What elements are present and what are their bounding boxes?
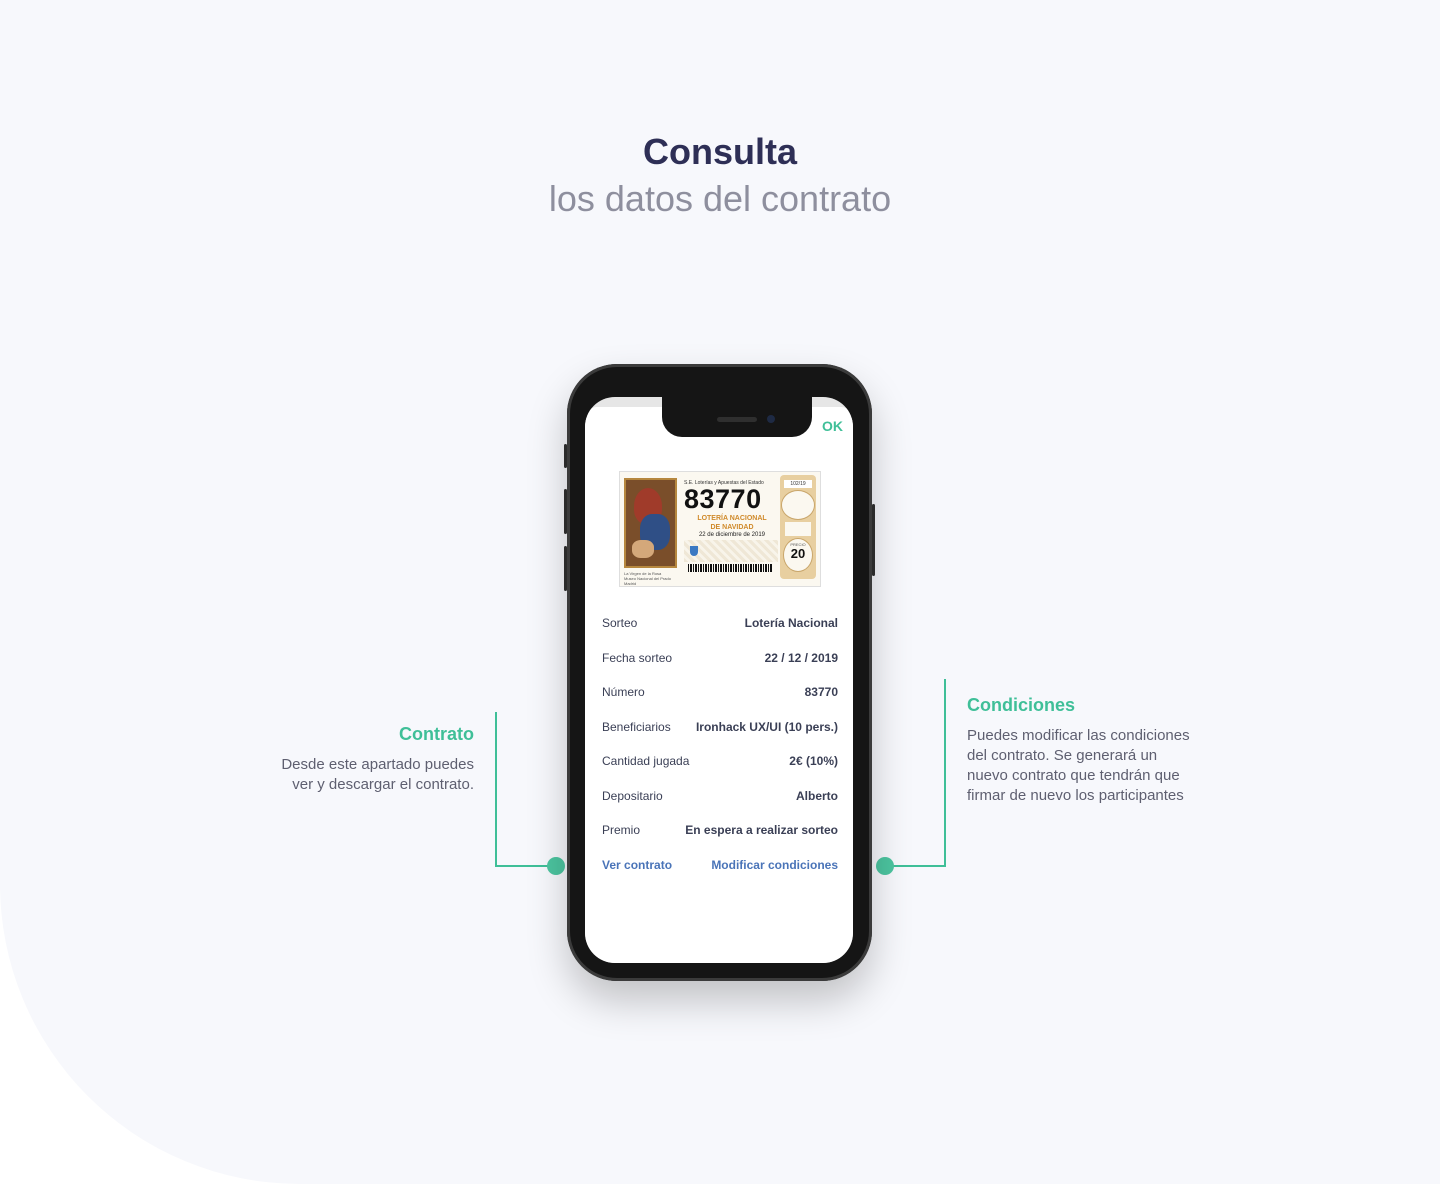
annotation-contrato-title: Contrato (399, 724, 474, 744)
front-camera-icon (767, 415, 775, 423)
details-sheet: Detalles OK La Virgen de la Rosa Museo N… (585, 407, 853, 963)
ticket-painting (624, 478, 677, 568)
ticket-oval (781, 490, 815, 520)
detail-value: Alberto (796, 789, 838, 803)
phone-volume-down (564, 546, 567, 591)
ticket-number: 83770 (684, 484, 762, 514)
modify-conditions-link[interactable]: Modificar condiciones (711, 858, 838, 872)
detail-label: Número (602, 685, 645, 699)
phone-mute-switch (564, 444, 567, 468)
detail-label: Premio (602, 823, 641, 837)
view-contract-link[interactable]: Ver contrato (602, 858, 672, 872)
detail-label: Fecha sorteo (602, 651, 673, 665)
ticket-serie: 102/19 (784, 480, 812, 488)
detail-value: Lotería Nacional (744, 616, 838, 630)
connector-line-right-horizontal (885, 865, 946, 867)
detail-value: 83770 (804, 685, 838, 699)
detail-row-fecha-sorteo: Fecha sorteo 22 / 12 / 2019 (602, 651, 838, 671)
annotation-condiciones-title: Condiciones (967, 695, 1076, 715)
connector-line-left-vertical (495, 712, 497, 867)
detail-value: En espera a realizar sorteo (685, 823, 838, 837)
phone-screen: Detalles OK La Virgen de la Rosa Museo N… (585, 397, 853, 963)
annotation-condiciones-text: Puedes modificar las condiciones del con… (967, 727, 1190, 804)
connector-dot-left (547, 857, 565, 875)
annotation-condiciones: Condiciones Puedes modificar las condici… (967, 695, 1192, 806)
page-heading: Consulta los datos del contrato (0, 130, 1440, 224)
lottery-ticket-image: La Virgen de la Rosa Museo Nacional del … (619, 471, 821, 587)
page-subtitle: los datos del contrato (548, 178, 892, 219)
phone-power-button (872, 504, 875, 576)
phone-volume-up (564, 489, 567, 534)
ticket-draw-name: LOTERÍA NACIONAL DE NAVIDAD (697, 515, 767, 531)
connector-line-right-vertical (944, 679, 946, 867)
ticket-shield-icon (690, 546, 698, 556)
detail-label: Sorteo (602, 616, 638, 630)
connector-dot-right (876, 857, 894, 875)
ticket-barcode (688, 564, 772, 572)
page-title: Consulta (642, 131, 797, 172)
detail-row-depositario: Depositario Alberto (602, 789, 838, 809)
ticket-price-badge: PRECIO 20 (783, 538, 813, 572)
detail-row-sorteo: Sorteo Lotería Nacional (602, 616, 838, 636)
detail-label: Beneficiarios (602, 720, 671, 734)
ticket-box (785, 522, 811, 536)
detail-row-premio: Premio En espera a realizar sorteo (602, 823, 838, 843)
annotation-contrato: Contrato Desde este apartado puedes ver … (270, 724, 474, 795)
connector-line-left-horizontal (495, 865, 555, 867)
detail-row-beneficiarios: Beneficiarios Ironhack UX/UI (10 pers.) (602, 720, 838, 740)
phone-mockup: Detalles OK La Virgen de la Rosa Museo N… (564, 364, 875, 981)
speaker-grille (717, 417, 757, 422)
ticket-pattern (684, 540, 778, 562)
ok-button[interactable]: OK (822, 418, 843, 434)
detail-value: 22 / 12 / 2019 (764, 651, 838, 665)
phone-notch (662, 397, 812, 437)
detail-row-cantidad-jugada: Cantidad jugada 2€ (10%) (602, 754, 838, 774)
detail-value: Ironhack UX/UI (10 pers.) (695, 720, 838, 734)
ticket-caption: La Virgen de la Rosa Museo Nacional del … (624, 571, 671, 586)
detail-label: Cantidad jugada (602, 754, 690, 768)
detail-row-numero: Número 83770 (602, 685, 838, 705)
detail-value: 2€ (10%) (789, 754, 838, 768)
annotation-contrato-text: Desde este apartado puedes ver y descarg… (281, 756, 474, 793)
ticket-date: 22 de diciembre de 2019 (698, 532, 766, 538)
detail-label: Depositario (602, 789, 663, 803)
